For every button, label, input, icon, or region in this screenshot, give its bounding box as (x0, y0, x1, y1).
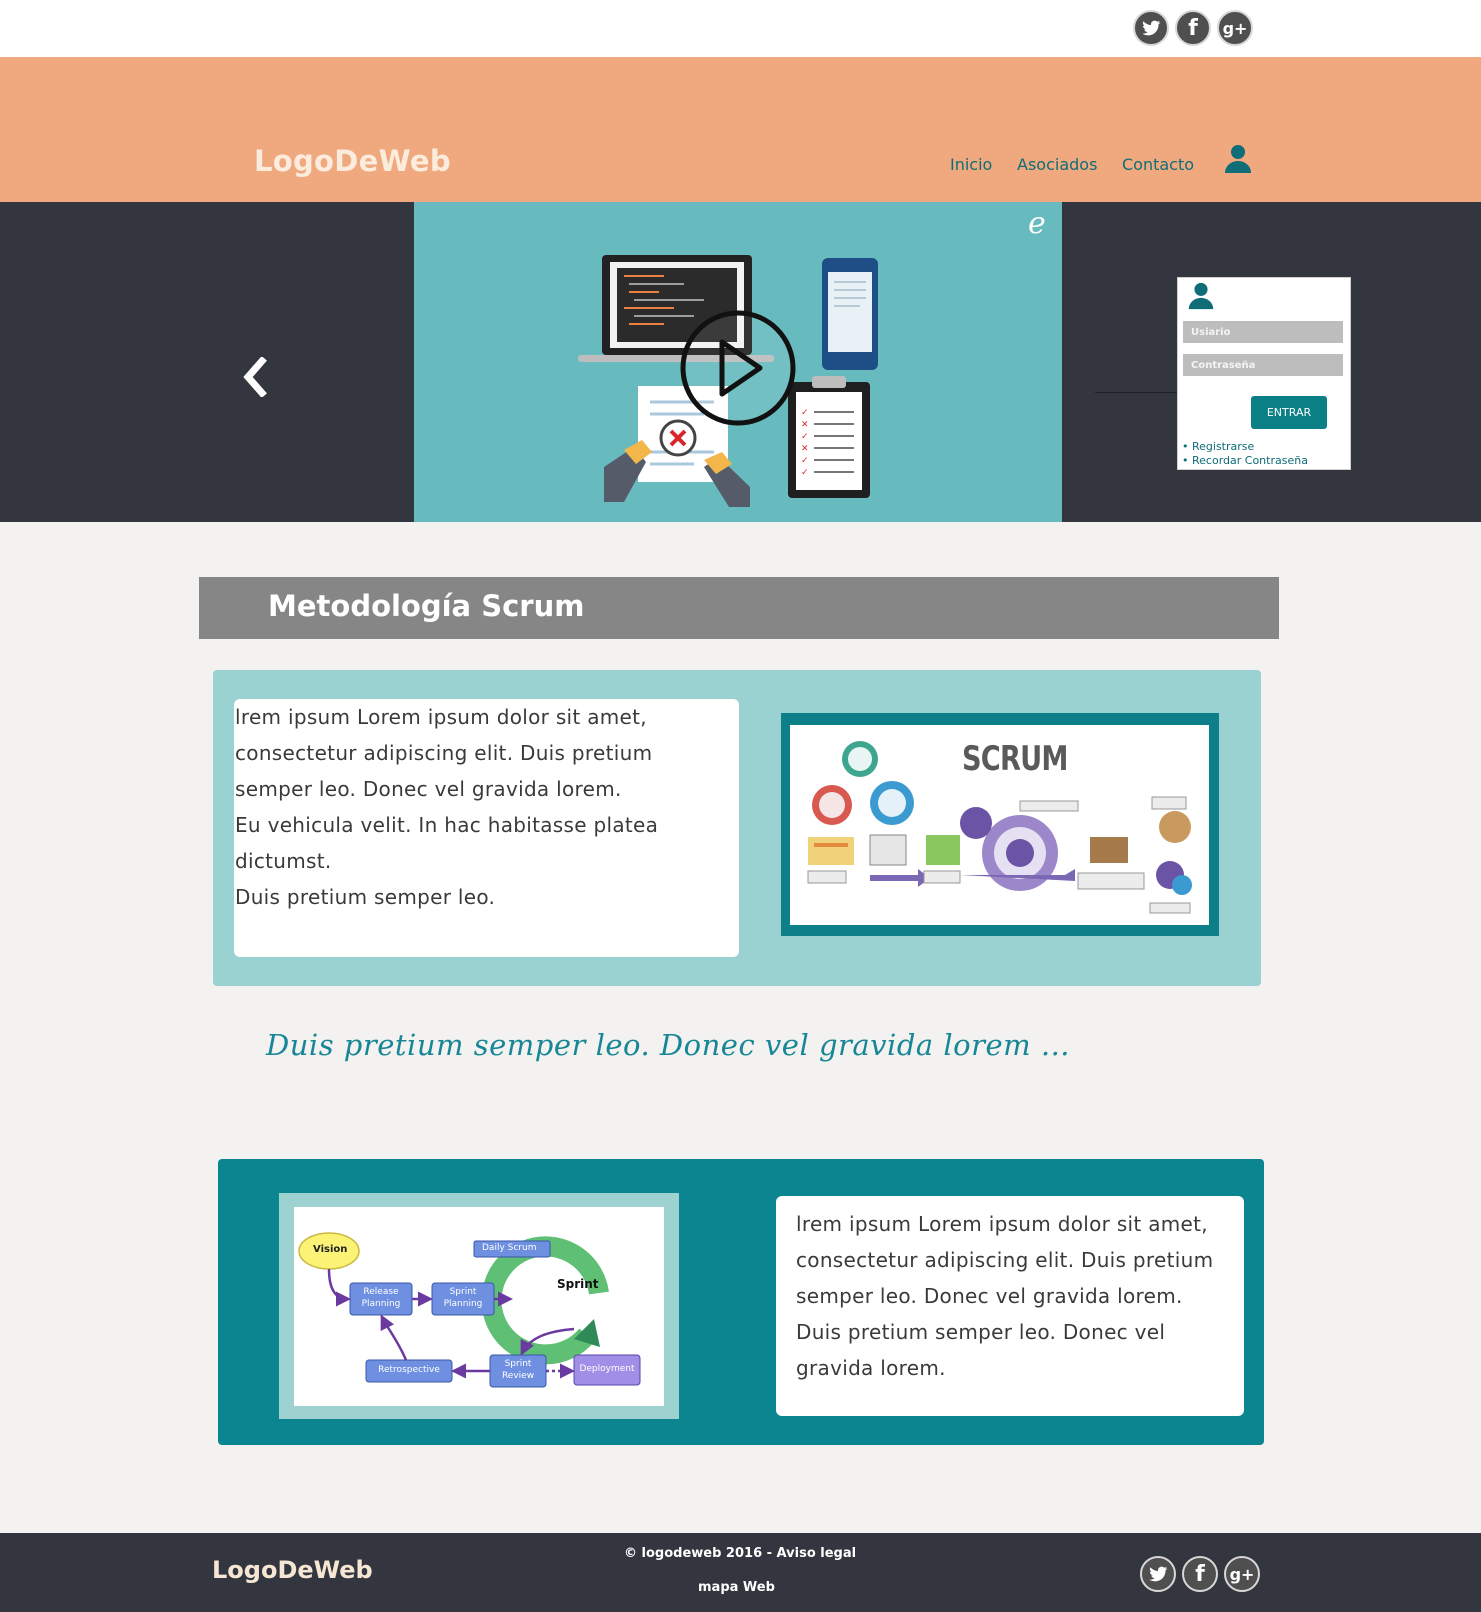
footer-sitemap[interactable]: mapa Web (698, 1580, 775, 1595)
google-plus-icon[interactable]: g+ (1217, 10, 1253, 46)
top-social-bar (0, 0, 1481, 57)
hero-illustration: ✓ ✕ ✓ ✕ ✓ ✓ (578, 255, 878, 507)
user-icon[interactable] (1222, 142, 1254, 174)
hero-divider (1095, 392, 1177, 393)
footer-copyright[interactable]: © logodeweb 2016 - Aviso legal (624, 1546, 856, 1561)
tagline: Duis pretium semper leo. Donec vel gravi… (266, 1028, 1071, 1062)
section-title: Metodología Scrum (268, 589, 585, 623)
text-card-2: lrem ipsum Lorem ipsum dolor sit amet, c… (776, 1196, 1244, 1416)
text-line: Eu vehicula velit. In hac habitasse plat… (235, 813, 659, 837)
text-line: semper leo. Donec vel gravida lorem. (796, 1284, 1183, 1308)
diagram-release-planning: Release Planning (350, 1286, 412, 1310)
user-icon (1186, 280, 1216, 310)
text-line: lrem ipsum Lorem ipsum dolor sit amet, (235, 705, 647, 729)
diagram-vision: Vision (313, 1244, 348, 1255)
chevron-left-icon[interactable] (240, 356, 270, 398)
twitter-icon[interactable] (1140, 1556, 1176, 1592)
nav-asociados[interactable]: Asociados (1017, 155, 1097, 174)
diagram-label: Sprint (449, 1287, 477, 1297)
site-logo[interactable]: LogoDeWeb (254, 144, 451, 178)
site-header (0, 57, 1481, 202)
register-link[interactable]: Registrarse (1182, 440, 1254, 453)
diagram-retrospective: Retrospective (378, 1365, 440, 1375)
text-line: dictumst. (235, 849, 332, 873)
text-card-1: lrem ipsum Lorem ipsum dolor sit amet, c… (234, 699, 739, 957)
scrum-image-frame: SCRUM (781, 713, 1219, 936)
facebook-icon[interactable]: f (1182, 1556, 1218, 1592)
scrum-diagram (807, 741, 1192, 914)
svg-text:✓: ✓ (801, 432, 809, 442)
twitter-icon[interactable] (1133, 10, 1169, 46)
diagram-label: Review (501, 1371, 535, 1381)
google-plus-icon[interactable]: g+ (1224, 1556, 1260, 1592)
login-box: ENTRAR Registrarse Recordar Contraseña (1177, 277, 1351, 470)
login-button[interactable]: ENTRAR (1251, 396, 1327, 429)
svg-text:✓: ✓ (801, 456, 809, 466)
diagram-daily-scrum: Daily Scrum (482, 1243, 537, 1253)
facebook-icon[interactable]: f (1175, 10, 1211, 46)
diagram-label: Planning (443, 1299, 483, 1309)
nav-contacto[interactable]: Contacto (1122, 155, 1194, 174)
text-line: consectetur adipiscing elit. Duis pretiu… (235, 741, 653, 765)
diagram-sprint-planning: Sprint Planning (432, 1286, 494, 1310)
text-line: Duis pretium semper leo. (235, 885, 496, 909)
username-input[interactable] (1183, 321, 1343, 343)
block1-text: lrem ipsum Lorem ipsum dolor sit amet, c… (235, 699, 685, 915)
footer-logo[interactable]: LogoDeWeb (212, 1556, 373, 1584)
forgot-password-link[interactable]: Recordar Contraseña (1182, 454, 1308, 467)
section-title-bar: Metodología Scrum (199, 577, 1279, 639)
diagram-deployment: Deployment (579, 1364, 635, 1374)
svg-text:✓: ✓ (801, 468, 809, 478)
diagram-sprint: Sprint (557, 1277, 599, 1291)
diagram-sprint-review: Sprint Review (490, 1358, 546, 1382)
hero-video[interactable]: ✓ ✕ ✓ ✕ ✓ ✓ e (414, 202, 1062, 522)
nav-inicio[interactable]: Inicio (950, 155, 992, 174)
text-line: semper leo. Donec vel gravida lorem. (235, 777, 622, 801)
text-line: consectetur adipiscing elit. Duis pretiu… (796, 1248, 1214, 1272)
sprint-diagram: Vision Daily Scrum Sprint Release Planni… (294, 1207, 664, 1406)
svg-text:✕: ✕ (801, 444, 809, 454)
diagram-label: Release (363, 1287, 399, 1297)
scrum-infographic: SCRUM (790, 725, 1209, 925)
password-input[interactable] (1183, 354, 1343, 376)
diagram-label: Planning (361, 1299, 401, 1309)
text-line: lrem ipsum Lorem ipsum dolor sit amet, (796, 1212, 1208, 1236)
block2-text: lrem ipsum Lorem ipsum dolor sit amet, c… (796, 1206, 1232, 1386)
sprint-diagram-frame: Vision Daily Scrum Sprint Release Planni… (279, 1193, 679, 1419)
hero-badge: e (1028, 206, 1046, 241)
svg-text:✓: ✓ (801, 408, 809, 418)
diagram-label: Sprint (504, 1359, 532, 1369)
text-line: gravida lorem. (796, 1356, 946, 1380)
text-line: Duis pretium semper leo. Donec vel (796, 1320, 1166, 1344)
svg-text:✕: ✕ (801, 420, 809, 430)
